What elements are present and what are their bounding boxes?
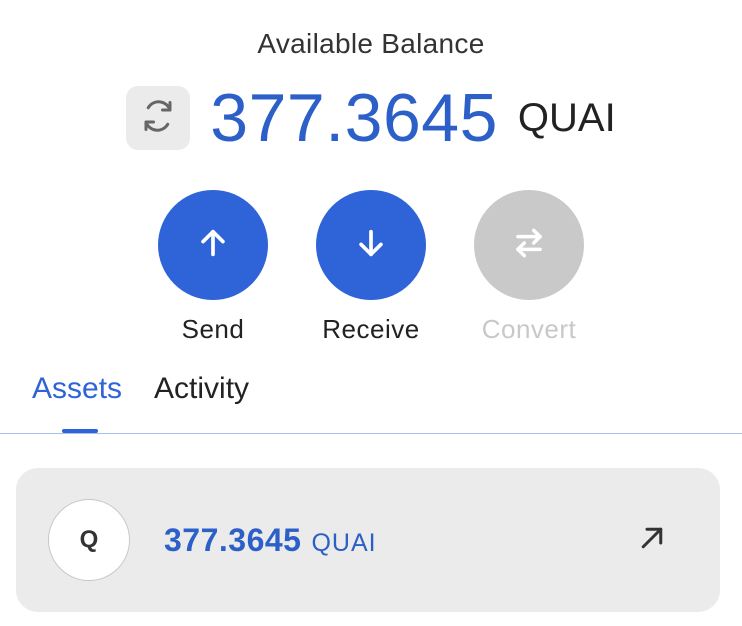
convert-circle[interactable] bbox=[474, 190, 584, 300]
send-circle[interactable] bbox=[158, 190, 268, 300]
send-label: Send bbox=[181, 314, 245, 344]
send-button[interactable]: Send bbox=[158, 190, 268, 345]
tabs-divider bbox=[0, 433, 742, 434]
asset-avatar: Q bbox=[48, 499, 130, 581]
arrow-up-right-icon bbox=[637, 523, 667, 558]
balance-unit: QUAI bbox=[517, 96, 616, 140]
tab-assets[interactable]: Assets bbox=[32, 372, 122, 406]
asset-row-quai[interactable]: Q 377.3645 QUAI bbox=[16, 468, 720, 612]
balance-row: 377.3645 QUAI bbox=[0, 80, 742, 156]
asset-unit: QUAI bbox=[311, 529, 377, 557]
receive-circle[interactable] bbox=[316, 190, 426, 300]
tab-activity[interactable]: Activity bbox=[154, 372, 249, 406]
asset-balance: 377.3645 QUAI bbox=[164, 522, 377, 559]
receive-label: Receive bbox=[322, 314, 420, 344]
wallet-home: Available Balance 377.3645 QUAI Send Rec… bbox=[0, 0, 742, 626]
convert-label: Convert bbox=[481, 314, 577, 344]
action-buttons: Send Receive Convert bbox=[0, 190, 742, 345]
refresh-icon bbox=[140, 98, 176, 139]
arrow-down-icon bbox=[354, 226, 388, 265]
asset-amount: 377.3645 bbox=[164, 522, 302, 558]
swap-arrows-icon bbox=[510, 224, 548, 267]
arrow-up-icon bbox=[196, 226, 230, 265]
asset-open-button[interactable] bbox=[632, 520, 672, 560]
tab-bar: Assets Activity bbox=[32, 372, 249, 406]
refresh-balance-button[interactable] bbox=[126, 86, 191, 150]
balance-amount: 377.3645 bbox=[210, 80, 498, 156]
receive-button[interactable]: Receive bbox=[316, 190, 426, 345]
convert-button[interactable]: Convert bbox=[474, 190, 584, 345]
balance-title: Available Balance bbox=[257, 28, 485, 59]
